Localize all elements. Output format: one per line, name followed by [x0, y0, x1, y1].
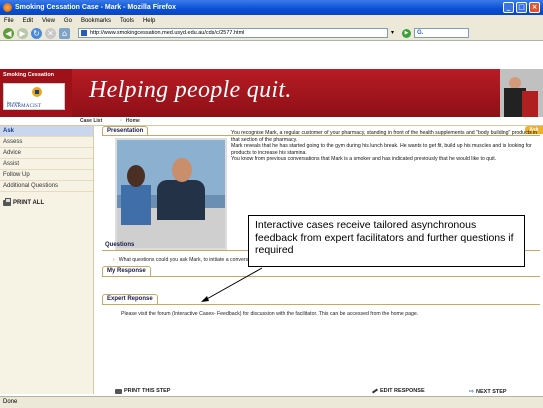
- next-step-button[interactable]: ⇨ NEXT STEP: [469, 388, 507, 395]
- stop-icon[interactable]: ✕: [45, 27, 56, 39]
- menu-help[interactable]: Help: [143, 18, 155, 24]
- pharmacy-badge-icon: [32, 87, 42, 97]
- case-photo: [115, 138, 227, 250]
- logo-card: for your PHARMACIST: [3, 83, 65, 110]
- reload-icon[interactable]: ↻: [31, 27, 42, 39]
- breadcrumb-separator: ·: [120, 118, 122, 124]
- banner-tagline: Helping people quit.: [89, 77, 292, 103]
- my-response-tab[interactable]: My Response: [102, 266, 151, 276]
- sidebar-item-assess[interactable]: Assess: [0, 137, 93, 148]
- search-input[interactable]: G.: [414, 28, 469, 38]
- window-title: Smoking Cessation Case - Mark - Mozilla …: [15, 4, 177, 11]
- arrow-right-icon: ⇨: [469, 388, 475, 395]
- pencil-icon: [371, 388, 379, 394]
- status-bar: Done: [0, 396, 543, 408]
- firefox-icon: [3, 3, 12, 12]
- sidebar-item-follow-up[interactable]: Follow Up: [0, 170, 93, 181]
- questions-heading: Questions: [105, 242, 135, 248]
- sidebar-item-additional-questions[interactable]: Additional Questions: [0, 181, 93, 192]
- printer-icon: [3, 198, 11, 206]
- annotation-callout: Interactive cases receive tailored async…: [248, 215, 525, 267]
- presentation-paragraph: Mark reveals that he has started going t…: [231, 143, 532, 156]
- page-top-strip: [0, 41, 543, 69]
- go-button[interactable]: ▶: [402, 28, 411, 38]
- logo-title: Smoking Cessation: [3, 72, 55, 78]
- address-dropdown-icon[interactable]: ▾: [391, 28, 399, 38]
- expert-response-tab: Expert Reponse: [102, 294, 158, 304]
- address-url: http://www.smokingcessation.med.usyd.edu…: [90, 30, 245, 36]
- window-titlebar: Smoking Cessation Case - Mark - Mozilla …: [0, 0, 543, 15]
- menu-tools[interactable]: Tools: [120, 18, 134, 24]
- sidebar: Ask Assess Advice Assist Follow Up Addit…: [0, 126, 94, 394]
- breadcrumb-case-list[interactable]: Case List: [80, 118, 102, 124]
- minimize-button[interactable]: _: [503, 2, 514, 13]
- menu-bookmarks[interactable]: Bookmarks: [81, 18, 111, 24]
- maximize-button[interactable]: □: [516, 2, 527, 13]
- menu-view[interactable]: View: [42, 18, 55, 24]
- window-controls: _ □ ×: [503, 2, 540, 13]
- step-actions: PRINT THIS STEP EDIT RESPONSE ⇨ NEXT STE…: [95, 388, 543, 396]
- printer-icon: [115, 388, 122, 394]
- site-logo[interactable]: Smoking Cessation for your PHARMACIST: [0, 69, 72, 117]
- home-icon[interactable]: ⌂: [59, 27, 70, 39]
- menu-bar: File Edit View Go Bookmarks Tools Help: [0, 15, 543, 26]
- presentation-paragraph: You recognise Mark, a regular customer o…: [231, 130, 538, 143]
- back-arrow-icon[interactable]: ◀: [3, 27, 14, 39]
- close-button[interactable]: ×: [529, 2, 540, 13]
- menu-edit[interactable]: Edit: [23, 18, 33, 24]
- banner-photo: [500, 69, 543, 117]
- presentation-paragraph: You know from previous conversations tha…: [231, 156, 497, 163]
- sidebar-item-advice[interactable]: Advice: [0, 148, 93, 159]
- navigation-toolbar: ◀ ▶ ↻ ✕ ⌂ http://www.smokingcessation.me…: [0, 26, 543, 41]
- breadcrumb: Case List · Home: [0, 117, 543, 126]
- my-response-divider: [102, 276, 540, 277]
- chevron-right-icon: ›: [113, 257, 115, 263]
- print-all-button[interactable]: PRINT ALL: [0, 198, 93, 206]
- breadcrumb-home[interactable]: Home: [126, 118, 140, 124]
- next-step-label: NEXT STEP: [476, 388, 507, 395]
- menu-go[interactable]: Go: [64, 18, 72, 24]
- print-step-button[interactable]: PRINT THIS STEP: [115, 388, 170, 394]
- menu-file[interactable]: File: [4, 18, 14, 24]
- expert-response-text: Please visit the forum (Interactive Case…: [121, 311, 419, 317]
- forward-arrow-icon[interactable]: ▶: [17, 27, 28, 39]
- address-bar[interactable]: http://www.smokingcessation.med.usyd.edu…: [78, 28, 388, 38]
- sidebar-item-ask[interactable]: Ask: [0, 126, 93, 137]
- logo-subtitle: PHARMACIST: [7, 104, 42, 109]
- sidebar-item-assist[interactable]: Assist: [0, 159, 93, 170]
- edit-response-button[interactable]: EDIT RESPONSE: [371, 388, 425, 394]
- edit-response-label: EDIT RESPONSE: [380, 388, 425, 394]
- presentation-text: You recognise Mark, a regular customer o…: [231, 130, 541, 163]
- print-all-label: PRINT ALL: [13, 200, 45, 206]
- print-step-label: PRINT THIS STEP: [124, 388, 171, 394]
- page-icon: [81, 30, 87, 36]
- expert-response-divider: [102, 304, 540, 305]
